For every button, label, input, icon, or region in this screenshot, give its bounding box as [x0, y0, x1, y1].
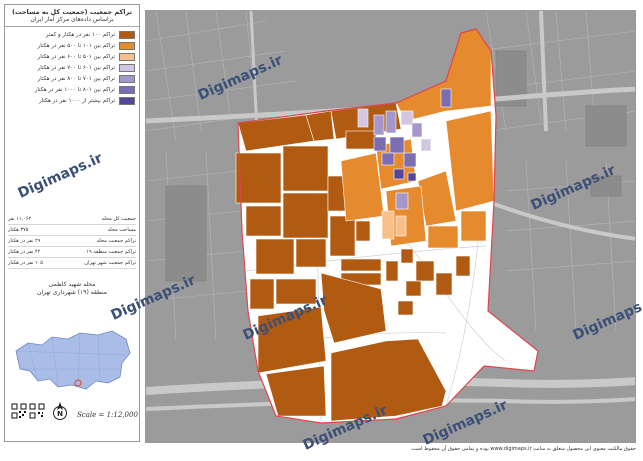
north-arrow-icon: N	[53, 402, 67, 420]
legend-swatch	[119, 75, 135, 83]
stat-label: جمعیت کل محله	[101, 216, 136, 222]
qr-code-icon	[29, 403, 45, 419]
legend-label: تراکم بین ۱۰۱ تا ۵۰۰ نفر در هکتار	[37, 43, 115, 49]
stat-value: ۱۰۵ نفر در هکتار	[8, 260, 43, 266]
locator-title-line1: محله شهید کاظمی	[48, 281, 96, 288]
legend-item: تراکم بین ۱۰۱ تا ۵۰۰ نفر در هکتار	[9, 41, 135, 51]
stat-value: ۳۷۵ هکتار	[8, 227, 29, 233]
stat-row: جمعیت کل محله ۱۱,۰۶۲ نفر	[8, 214, 136, 225]
stat-label: تراکم جمعیت محله	[96, 238, 136, 244]
stat-value: ۴۲ نفر در هکتار	[8, 249, 41, 255]
stat-value: ۲۹ نفر در هکتار	[8, 238, 41, 244]
stat-row: تراکم جمعیت منطقه ۱۹ ۴۲ نفر در هکتار	[8, 247, 136, 258]
legend-panel: تراکم جمعیت (جمعیت کل به مساحت) براساس د…	[4, 4, 140, 442]
map-frame	[145, 10, 636, 443]
stat-row: تراکم جمعیت محله ۲۹ نفر در هکتار	[8, 236, 136, 247]
locator-title-line2: منطقه (۱۹) شهرداری تهران	[37, 289, 107, 296]
legend-item: تراکم بین ۷۰۱ تا ۸۰۰ نفر در هکتار	[9, 74, 135, 84]
legend-title: تراکم جمعیت (جمعیت کل به مساحت)	[12, 8, 132, 16]
legend-item: تراکم بین ۸۰۱ تا ۱۰۰۰ نفر در هکتار	[9, 85, 135, 95]
stats-table: جمعیت کل محله ۱۱,۰۶۲ نفر مساحت محله ۳۷۵ هک…	[8, 214, 136, 269]
legend-list: تراکم ۱۰۰ نفر در هکتار و کمتر تراکم بین …	[5, 30, 139, 106]
legend-swatch	[119, 42, 135, 50]
stat-row: مساحت محله ۳۷۵ هکتار	[8, 225, 136, 236]
map-canvas	[146, 11, 635, 442]
locator-title: محله شهید کاظمی منطقه (۱۹) شهرداری تهران	[5, 281, 139, 297]
legend-label: تراکم بیشتر از ۱۰۰۰ نفر در هکتار	[38, 98, 115, 104]
legend-label: تراکم بین ۷۰۱ تا ۸۰۰ نفر در هکتار	[37, 76, 115, 82]
copyright-footer: حقوق مالکیت معنوی این محصول متعلق به سای…	[410, 446, 636, 452]
stat-row: تراکم جمعیت شهر تهران ۱۰۵ نفر در هکتار	[8, 258, 136, 269]
stat-value: ۱۱,۰۶۲ نفر	[8, 216, 32, 222]
legend-swatch	[119, 64, 135, 72]
legend-label: تراکم ۱۰۰ نفر در هکتار و کمتر	[45, 32, 115, 38]
legend-item: تراکم بین ۵۰۱ تا ۶۰۰ نفر در هکتار	[9, 52, 135, 62]
legend-swatch	[119, 53, 135, 61]
legend-item: تراکم ۱۰۰ نفر در هکتار و کمتر	[9, 30, 135, 40]
stat-label: تراکم جمعیت شهر تهران	[84, 260, 136, 266]
stat-label: مساحت محله	[107, 227, 137, 233]
locator-map	[8, 325, 136, 395]
legend-swatch	[119, 31, 135, 39]
legend-label: تراکم بین ۸۰۱ تا ۱۰۰۰ نفر در هکتار	[34, 87, 115, 93]
scale-label: Scale = 1:12,000	[77, 411, 138, 419]
legend-label: تراکم بین ۵۰۱ تا ۶۰۰ نفر در هکتار	[37, 54, 115, 60]
stat-label: تراکم جمعیت منطقه ۱۹	[86, 249, 136, 255]
legend-item: تراکم بیشتر از ۱۰۰۰ نفر در هکتار	[9, 96, 135, 106]
legend-item: تراکم بین ۶۰۱ تا ۷۰۰ نفر در هکتار	[9, 63, 135, 73]
legend-label: تراکم بین ۶۰۱ تا ۷۰۰ نفر در هکتار	[37, 65, 115, 71]
north-label: N	[57, 410, 63, 418]
legend-swatch	[119, 97, 135, 105]
legend-swatch	[119, 86, 135, 94]
legend-subtitle: براساس داده‌های مرکز آمار ایران	[5, 16, 139, 27]
qr-code-icon	[11, 403, 27, 419]
